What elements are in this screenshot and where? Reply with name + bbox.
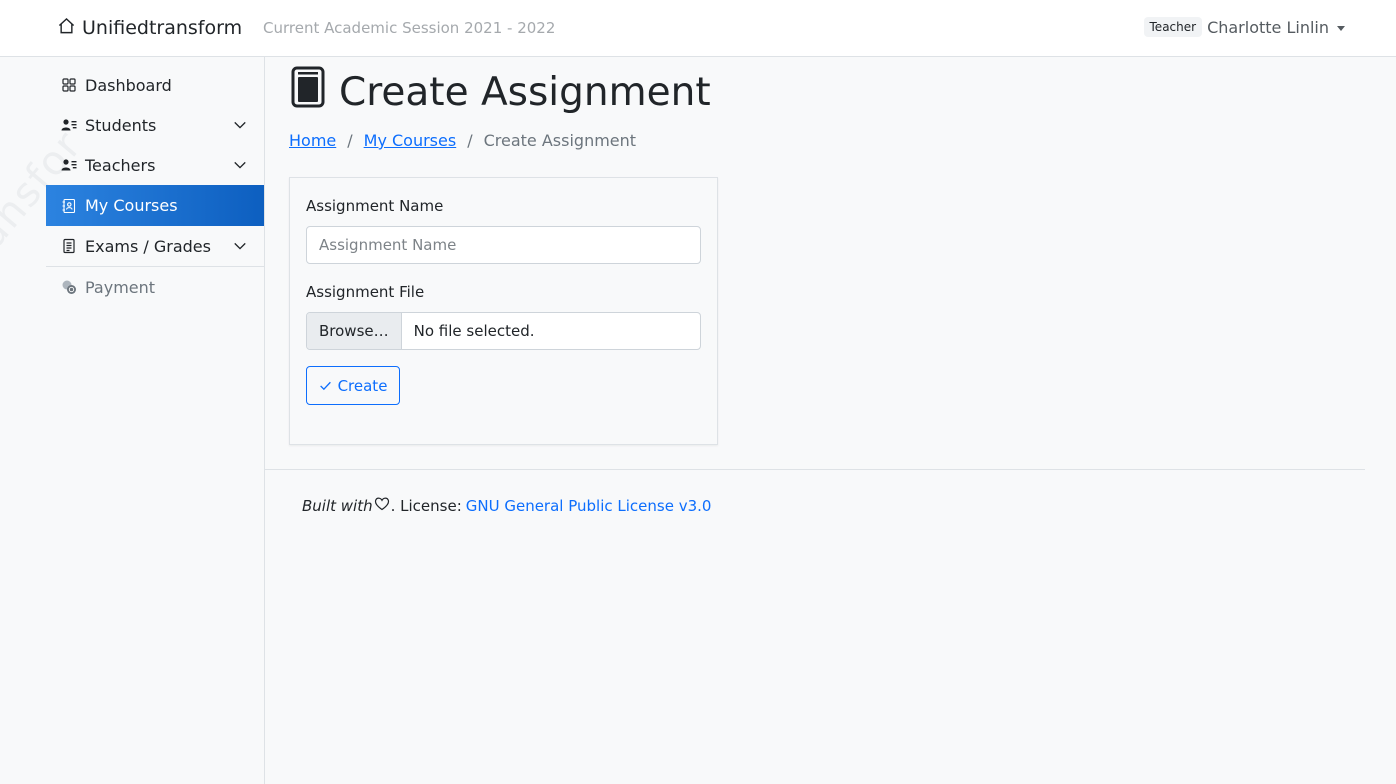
- sidebar-item-payment[interactable]: Payment: [46, 267, 264, 307]
- sidebar-item-exams-grades[interactable]: Exams / Grades: [46, 226, 264, 266]
- sidebar-nav: Dashboard Students Teachers My Courses E…: [46, 65, 264, 307]
- sidebar-item-label: Exams / Grades: [85, 236, 211, 256]
- sidebar-item-label: Students: [85, 115, 157, 135]
- user-menu-toggle[interactable]: Teacher Charlotte Linlin: [1143, 17, 1345, 37]
- chevron-down-icon: [234, 121, 246, 129]
- page-title-text: Create Assignment: [339, 69, 711, 115]
- create-button[interactable]: Create: [306, 366, 400, 405]
- file-text-icon: [61, 238, 77, 254]
- breadcrumb: Home / My Courses / Create Assignment: [289, 131, 636, 150]
- footer-divider: [265, 469, 1365, 470]
- breadcrumb-courses-link[interactable]: My Courses: [364, 131, 457, 150]
- page-title: Create Assignment: [291, 66, 711, 118]
- breadcrumb-separator: /: [467, 131, 473, 150]
- person-lines-icon: [61, 157, 77, 173]
- breadcrumb-home-link[interactable]: Home: [289, 131, 336, 150]
- sidebar-item-teachers[interactable]: Teachers: [46, 145, 264, 185]
- role-badge: Teacher: [1143, 17, 1203, 37]
- academic-session: Current Academic Session 2021 - 2022: [263, 19, 556, 37]
- sidebar-item-label: Teachers: [85, 155, 156, 175]
- assignment-form-card: Assignment Name Assignment File Browse… …: [289, 177, 718, 445]
- footer-license-prefix: . License:: [390, 496, 462, 515]
- house-icon: [57, 16, 82, 40]
- assignment-name-label: Assignment Name: [306, 197, 444, 215]
- assignment-file-input[interactable]: Browse… No file selected.: [306, 312, 701, 350]
- footer-built-with: Built with: [302, 496, 373, 515]
- assignment-name-input[interactable]: [306, 226, 701, 264]
- caret-down-icon: [1337, 25, 1345, 31]
- journal-person-icon: [61, 198, 77, 214]
- heart-icon: [373, 496, 391, 515]
- footer: Built with . License: GNU General Public…: [302, 496, 711, 515]
- coins-icon: [61, 279, 77, 295]
- browse-button[interactable]: Browse…: [307, 313, 402, 349]
- brand-link[interactable]: Unifiedtransform: [57, 16, 242, 40]
- check-icon: [319, 381, 331, 391]
- person-lines-icon: [61, 117, 77, 133]
- sidebar-item-students[interactable]: Students: [46, 105, 264, 145]
- sidebar-item-label: Payment: [85, 277, 156, 297]
- brand-name: Unifiedtransform: [82, 17, 243, 39]
- breadcrumb-current: Create Assignment: [483, 131, 637, 150]
- sidebar-item-my-courses[interactable]: My Courses: [46, 185, 264, 226]
- sidebar-item-label: My Courses: [85, 196, 178, 215]
- book-icon: [291, 66, 339, 118]
- grid-icon: [61, 77, 77, 93]
- chevron-down-icon: [234, 161, 246, 169]
- license-link[interactable]: GNU General Public License v3.0: [466, 497, 712, 515]
- sidebar-item-dashboard[interactable]: Dashboard: [46, 65, 264, 105]
- chevron-down-icon: [234, 242, 246, 250]
- sidebar-item-label: Dashboard: [85, 75, 172, 95]
- assignment-file-label: Assignment File: [306, 283, 425, 301]
- sidebar: unsfor Dashboard Students Teachers: [0, 57, 265, 784]
- top-navbar: Unifiedtransform Current Academic Sessio…: [0, 0, 1396, 57]
- create-button-label: Create: [337, 376, 388, 395]
- breadcrumb-separator: /: [347, 131, 353, 150]
- file-status: No file selected.: [413, 322, 535, 340]
- username: Charlotte Linlin: [1207, 17, 1329, 37]
